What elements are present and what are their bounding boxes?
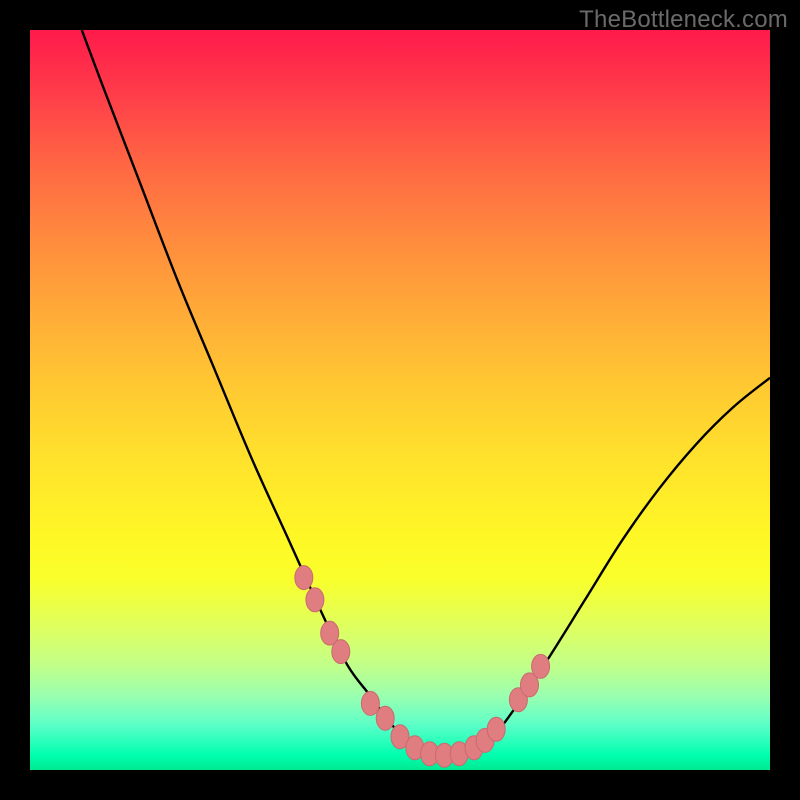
curve-markers [295,566,550,768]
curve-marker [532,654,550,678]
chart-frame: TheBottleneck.com [0,0,800,800]
plot-area [30,30,770,770]
bottleneck-curve [82,30,770,757]
curve-marker [332,640,350,664]
curve-marker [306,588,324,612]
watermark-text: TheBottleneck.com [579,6,788,34]
curve-marker [376,706,394,730]
curve-marker [361,691,379,715]
curve-marker [295,566,313,590]
bottleneck-curve-svg [30,30,770,770]
curve-marker [487,717,505,741]
